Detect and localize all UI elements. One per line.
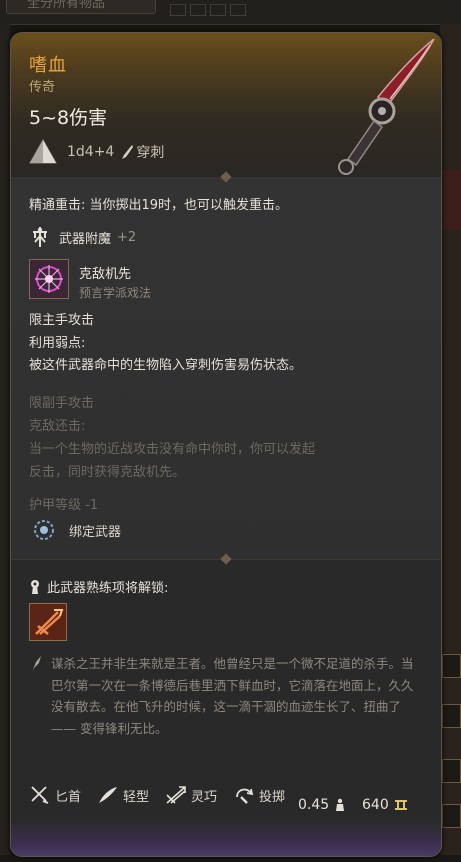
offhand-only: 限副手攻击	[29, 396, 95, 411]
piercing-icon	[122, 145, 134, 159]
inventory-slot[interactable]	[442, 804, 461, 828]
property-thrown: 投掷	[233, 785, 285, 805]
weapon-action-icon-box[interactable]	[29, 603, 67, 641]
item-tooltip: 嗜血 传奇 5~8伤害 1d4+4 穿刺 精通重击: 当你掷出19时，也可以触发…	[10, 32, 442, 857]
item-rarity: 传奇	[29, 80, 56, 95]
background-slot-highlight	[440, 170, 461, 230]
main-hand-only: 限主手攻击	[29, 313, 95, 328]
feather-icon	[99, 787, 118, 803]
bind-weapon-label: 绑定武器	[69, 524, 122, 540]
background-tabs	[170, 0, 280, 22]
background-top-bar: 全分所有物品	[0, 0, 461, 25]
damage-type: 穿刺	[136, 145, 165, 161]
proficiency-unlock-row: 此武器熟练项将解锁:	[29, 577, 168, 596]
weakness-title: 利用弱点:	[29, 336, 86, 351]
spell-icon-box[interactable]	[29, 259, 69, 299]
quill-icon	[32, 656, 41, 672]
d4-dice-icon	[29, 139, 57, 164]
spell-school: 预言学派戏法	[79, 286, 152, 300]
finesse-icon	[166, 786, 186, 804]
background-left-panel	[0, 24, 10, 862]
inventory-slot[interactable]	[442, 704, 461, 728]
enchantment-label: 武器附魔	[59, 231, 112, 247]
property-dagger-label: 匕首	[55, 789, 82, 805]
crit-effect: 精通重击: 当你掷出19时，也可以触发重击。	[29, 198, 289, 213]
enchantment-icon	[33, 227, 47, 247]
true-strike-spell-icon	[30, 260, 68, 298]
weapon-action-icon	[30, 604, 66, 640]
throw-icon	[236, 788, 254, 804]
weight-icon	[336, 798, 345, 811]
property-finesse-label: 灵巧	[191, 789, 218, 805]
property-dagger: 匕首	[29, 785, 81, 805]
spell-name: 克敌机先	[79, 267, 132, 282]
property-light-label: 轻型	[123, 789, 150, 805]
bind-weapon-icon	[34, 520, 54, 540]
item-damage: 5~8伤害	[29, 107, 108, 129]
enchantment-value: +2	[117, 229, 137, 245]
gold-icon	[394, 800, 407, 810]
weakness-description: 被这件武器命中的生物陷入穿刺伤害易伤状态。	[29, 358, 303, 373]
bind-weapon-row: 绑定武器	[33, 519, 121, 541]
counter-description-line-2: 反击，同时获得克敌机先。	[29, 465, 186, 480]
counter-title: 克敌还击:	[29, 419, 86, 434]
dagger-icon	[31, 786, 49, 804]
counter-description-line-1: 当一个生物的近战攻击没有命中你时，你可以发起	[29, 442, 316, 457]
property-light: 轻型	[97, 785, 149, 805]
proficiency-unlock-label: 此武器熟练项将解锁:	[47, 581, 169, 596]
damage-dice-row: 1d4+4 穿刺	[29, 139, 164, 165]
gold-value: 640	[362, 797, 389, 813]
armor-class-modifier: 护甲等级 -1	[29, 498, 99, 513]
item-value: 640	[362, 797, 408, 813]
lore-text: 谋杀之王并非生来就是王者。他曾经只是一个微不足道的杀手。当巴尔第一次在一条博德后…	[51, 656, 414, 736]
background-search-input[interactable]: 全分所有物品	[6, 0, 156, 14]
inventory-slot[interactable]	[442, 654, 461, 678]
enchantment-row: 武器附魔 +2	[29, 226, 136, 248]
property-finesse: 灵巧	[165, 785, 217, 805]
dagger-artwork-icon	[338, 38, 435, 175]
keyhole-icon	[31, 579, 39, 594]
background-right-panel	[440, 24, 461, 862]
item-weight: 0.45	[298, 797, 346, 813]
weight-value: 0.45	[298, 797, 330, 813]
tooltip-header: 嗜血 传奇 5~8伤害 1d4+4 穿刺	[11, 33, 441, 178]
damage-dice: 1d4+4	[67, 144, 115, 160]
inventory-slot[interactable]	[442, 759, 461, 783]
item-name: 嗜血	[29, 55, 67, 76]
property-thrown-label: 投掷	[259, 789, 286, 805]
weapon-properties-row: 匕首 轻型 灵巧 投掷	[29, 785, 301, 805]
tooltip-footer	[11, 822, 441, 856]
